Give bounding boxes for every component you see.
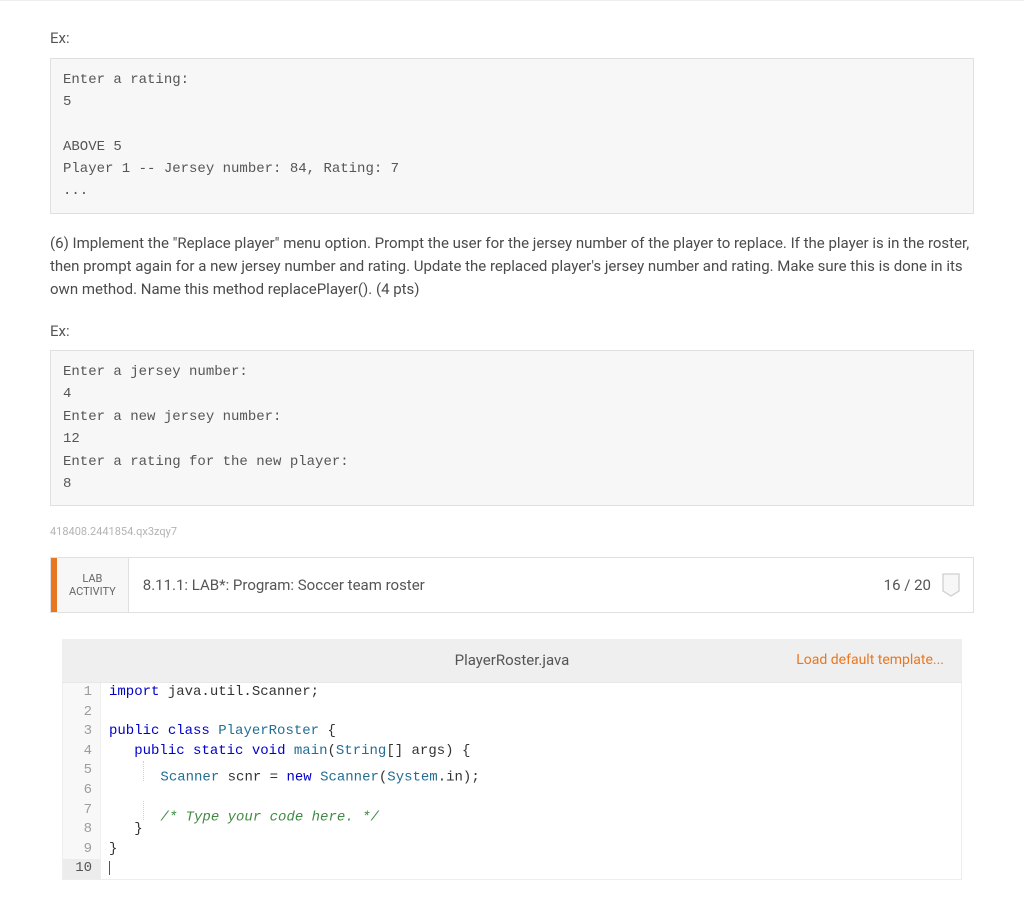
content: Ex: Enter a rating: 5 ABOVE 5 Player 1 -… bbox=[0, 1, 1024, 910]
editor-body[interactable]: 1 import java.util.Scanner; 2 3 public c… bbox=[62, 683, 962, 880]
code-line-5: 5 Scanner scnr = new Scanner(System.in); bbox=[63, 761, 961, 781]
activity-title: 8.11.1: LAB*: Program: Soccer team roste… bbox=[129, 558, 884, 612]
code-line-4: 4 public static void main(String[] args)… bbox=[63, 742, 961, 762]
load-default-template-link[interactable]: Load default template... bbox=[796, 650, 944, 671]
code-editor: PlayerRoster.java Load default template.… bbox=[62, 639, 962, 880]
code-example-2: Enter a jersey number: 4 Enter a new jer… bbox=[50, 350, 974, 506]
code-line-10: 10 bbox=[63, 859, 961, 879]
instruction-paragraph-6: (6) Implement the "Replace player" menu … bbox=[50, 232, 974, 302]
cursor-icon bbox=[109, 861, 110, 875]
score-wrap: 16 / 20 bbox=[884, 558, 973, 612]
code-line-2: 2 bbox=[63, 703, 961, 723]
code-example-1: Enter a rating: 5 ABOVE 5 Player 1 -- Je… bbox=[50, 58, 974, 214]
activity-label: LAB ACTIVITY bbox=[57, 558, 129, 612]
activity-label-line2: ACTIVITY bbox=[69, 585, 116, 598]
example-label-2: Ex: bbox=[50, 320, 974, 343]
code-line-1: 1 import java.util.Scanner; bbox=[63, 683, 961, 703]
score-text: 16 / 20 bbox=[884, 574, 931, 597]
activity-bar: LAB ACTIVITY 8.11.1: LAB*: Program: Socc… bbox=[50, 557, 974, 613]
code-line-3: 3 public class PlayerRoster { bbox=[63, 722, 961, 742]
code-line-7: 7 /* Type your code here. */ bbox=[63, 801, 961, 821]
question-hash: 418408.2441854.qx3zqy7 bbox=[50, 524, 974, 541]
bookmark-icon bbox=[941, 573, 961, 597]
code-line-9: 9 } bbox=[63, 840, 961, 860]
activity-label-line1: LAB bbox=[82, 572, 102, 585]
example-label-1: Ex: bbox=[50, 27, 974, 50]
editor-header: PlayerRoster.java Load default template.… bbox=[62, 639, 962, 683]
